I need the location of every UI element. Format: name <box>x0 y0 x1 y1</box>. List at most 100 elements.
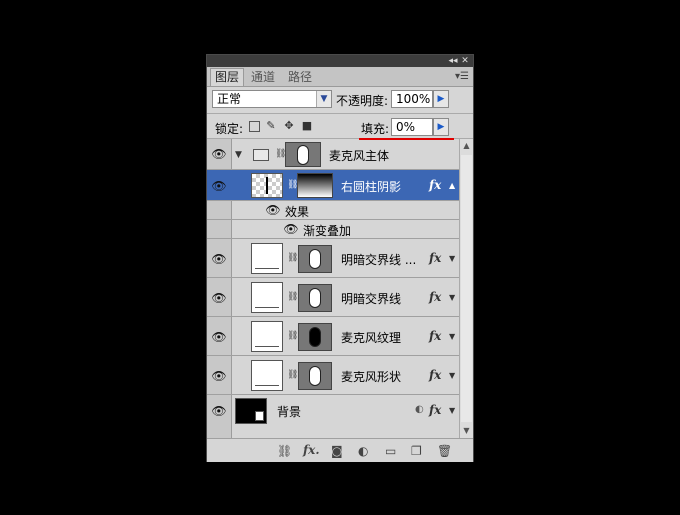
layer-row[interactable]: 👁 ⛓ 明暗交界线 fx ▼ <box>207 278 459 317</box>
lock-icon <box>255 411 264 421</box>
eye-icon[interactable]: 👁 <box>283 222 299 236</box>
link-layers-icon[interactable]: ⛓ <box>277 444 292 458</box>
fx-icon[interactable]: fx <box>429 178 441 192</box>
eye-icon[interactable]: 👁 <box>211 252 227 266</box>
adjustment-layer-icon[interactable]: ◐ <box>358 444 368 458</box>
layer-row-selected[interactable]: 👁 ⛓ 右圆柱阴影 fx ▲ <box>207 170 459 201</box>
scroll-down-icon[interactable]: ▼ <box>460 424 473 438</box>
effects-indicator-icon: ◐ <box>415 404 424 415</box>
layer-thumbnail <box>251 282 283 313</box>
add-mask-icon[interactable]: ◙ <box>331 444 343 458</box>
blend-row: 正常 ▼ 不透明度: 100% ▶ <box>207 86 473 112</box>
opacity-slider-button[interactable]: ▶ <box>433 90 449 108</box>
chevron-up-icon[interactable]: ▲ <box>449 181 455 190</box>
expand-triangle-icon[interactable]: ▼ <box>235 150 242 160</box>
new-group-icon[interactable]: ▭ <box>385 444 396 458</box>
link-icon[interactable]: ⛓ <box>287 253 298 263</box>
layers-panel: ◂◂ ✕ 图层 通道 路径 ▾☰ 正常 ▼ 不透明度: 100% ▶ 锁定: ✎… <box>206 54 474 462</box>
scroll-up-icon[interactable]: ▲ <box>460 139 473 153</box>
opacity-label: 不透明度: <box>336 94 389 108</box>
lock-transparent-icon[interactable] <box>249 121 260 132</box>
chevron-down-icon[interactable]: ▼ <box>449 371 455 380</box>
chevron-down-icon[interactable]: ▼ <box>449 406 455 415</box>
background-thumbnail <box>235 398 267 424</box>
collapse-icon[interactable]: ◂◂ <box>447 55 459 67</box>
layer-thumbnail <box>251 360 283 391</box>
fill-input[interactable]: 0% <box>391 118 433 136</box>
layer-mask-thumbnail <box>298 362 332 390</box>
link-icon[interactable]: ⛓ <box>287 292 298 302</box>
new-layer-icon[interactable]: ❐ <box>411 444 422 458</box>
effect-row[interactable]: 👁 渐变叠加 <box>207 220 459 239</box>
lock-all-icon[interactable]: ■ <box>301 120 313 132</box>
panel-titlebar: ◂◂ ✕ <box>207 55 473 67</box>
layer-mask-thumbnail <box>298 245 332 273</box>
lock-label: 锁定: <box>215 122 244 136</box>
folder-icon <box>253 149 269 161</box>
chevron-down-icon: ▼ <box>316 91 331 107</box>
fill-value: 0% <box>396 120 416 134</box>
layers-list: 👁 ▼ ⛓ 麦克风主体 👁 ⛓ 右圆柱阴影 fx ▲ 👁 效果 👁 渐变叠加 👁… <box>207 139 459 438</box>
layer-row[interactable]: 👁 ⛓ 麦克风形状 fx ▼ <box>207 356 459 395</box>
panel-footer: ⛓ fx. ◙ ◐ ▭ ❐ 🗑 <box>207 438 473 462</box>
lock-move-icon[interactable]: ✥ <box>283 120 295 132</box>
layer-name[interactable]: 麦克风纹理 <box>341 329 401 346</box>
fx-icon[interactable]: fx <box>429 290 441 304</box>
panel-menu-icon[interactable]: ▾☰ <box>455 71 469 82</box>
opacity-value: 100% <box>396 92 431 106</box>
tab-channels[interactable]: 通道 <box>247 69 279 86</box>
layer-mask-thumbnail <box>297 173 333 198</box>
layer-name[interactable]: 明暗交界线 ... <box>341 251 416 268</box>
chevron-down-icon[interactable]: ▼ <box>449 332 455 341</box>
fill-slider-button[interactable]: ▶ <box>433 118 449 136</box>
close-icon[interactable]: ✕ <box>459 55 471 67</box>
blend-mode-value: 正常 <box>217 92 242 106</box>
tab-paths[interactable]: 路径 <box>284 69 316 86</box>
fx-icon[interactable]: fx <box>429 403 441 417</box>
group-mask-thumbnail <box>285 142 321 167</box>
layer-mask-thumbnail <box>298 284 332 312</box>
lock-brush-icon[interactable]: ✎ <box>265 120 277 132</box>
layer-name[interactable]: 麦克风主体 <box>329 147 389 164</box>
chevron-down-icon[interactable]: ▼ <box>449 254 455 263</box>
eye-icon[interactable]: 👁 <box>211 369 227 383</box>
add-style-icon[interactable]: fx. <box>303 443 320 457</box>
fx-icon[interactable]: fx <box>429 329 441 343</box>
layer-row-background[interactable]: 👁 背景 ◐ fx ▼ <box>207 395 459 427</box>
layer-mask-thumbnail <box>298 323 332 351</box>
layer-group-row[interactable]: 👁 ▼ ⛓ 麦克风主体 <box>207 139 459 170</box>
panel-tabs: 图层 通道 路径 ▾☰ <box>207 67 473 87</box>
eye-icon[interactable]: 👁 <box>211 147 227 161</box>
fx-icon[interactable]: fx <box>429 368 441 382</box>
effects-row[interactable]: 👁 效果 <box>207 201 459 220</box>
layer-thumbnail <box>251 173 283 198</box>
link-icon[interactable]: ⛓ <box>287 370 298 380</box>
chevron-down-icon[interactable]: ▼ <box>449 293 455 302</box>
scroll-track[interactable] <box>461 155 472 422</box>
fill-label: 填充: <box>361 122 390 136</box>
layer-name[interactable]: 右圆柱阴影 <box>341 178 401 195</box>
layer-thumbnail <box>251 321 283 352</box>
divider <box>207 113 473 114</box>
effect-label: 渐变叠加 <box>303 224 352 238</box>
layer-row[interactable]: 👁 ⛓ 明暗交界线 ... fx ▼ <box>207 239 459 278</box>
delete-layer-icon[interactable]: 🗑 <box>437 444 452 458</box>
fx-icon[interactable]: fx <box>429 251 441 265</box>
layer-name[interactable]: 背景 <box>277 403 301 420</box>
highlight-underline <box>359 138 454 140</box>
tab-layers[interactable]: 图层 <box>210 68 245 86</box>
eye-icon[interactable]: 👁 <box>211 330 227 344</box>
scrollbar[interactable]: ▲ ▼ <box>459 139 473 438</box>
eye-icon[interactable]: 👁 <box>211 404 227 418</box>
opacity-input[interactable]: 100% <box>391 90 433 108</box>
layer-row[interactable]: 👁 ⛓ 麦克风纹理 fx ▼ <box>207 317 459 356</box>
effects-label: 效果 <box>285 205 310 219</box>
blend-mode-select[interactable]: 正常 ▼ <box>212 90 332 108</box>
layer-name[interactable]: 麦克风形状 <box>341 368 401 385</box>
layer-name[interactable]: 明暗交界线 <box>341 290 401 307</box>
eye-icon[interactable]: 👁 <box>211 291 227 305</box>
layer-thumbnail <box>251 243 283 274</box>
eye-icon[interactable]: 👁 <box>211 179 227 193</box>
link-icon[interactable]: ⛓ <box>287 331 298 341</box>
eye-icon[interactable]: 👁 <box>265 203 281 217</box>
